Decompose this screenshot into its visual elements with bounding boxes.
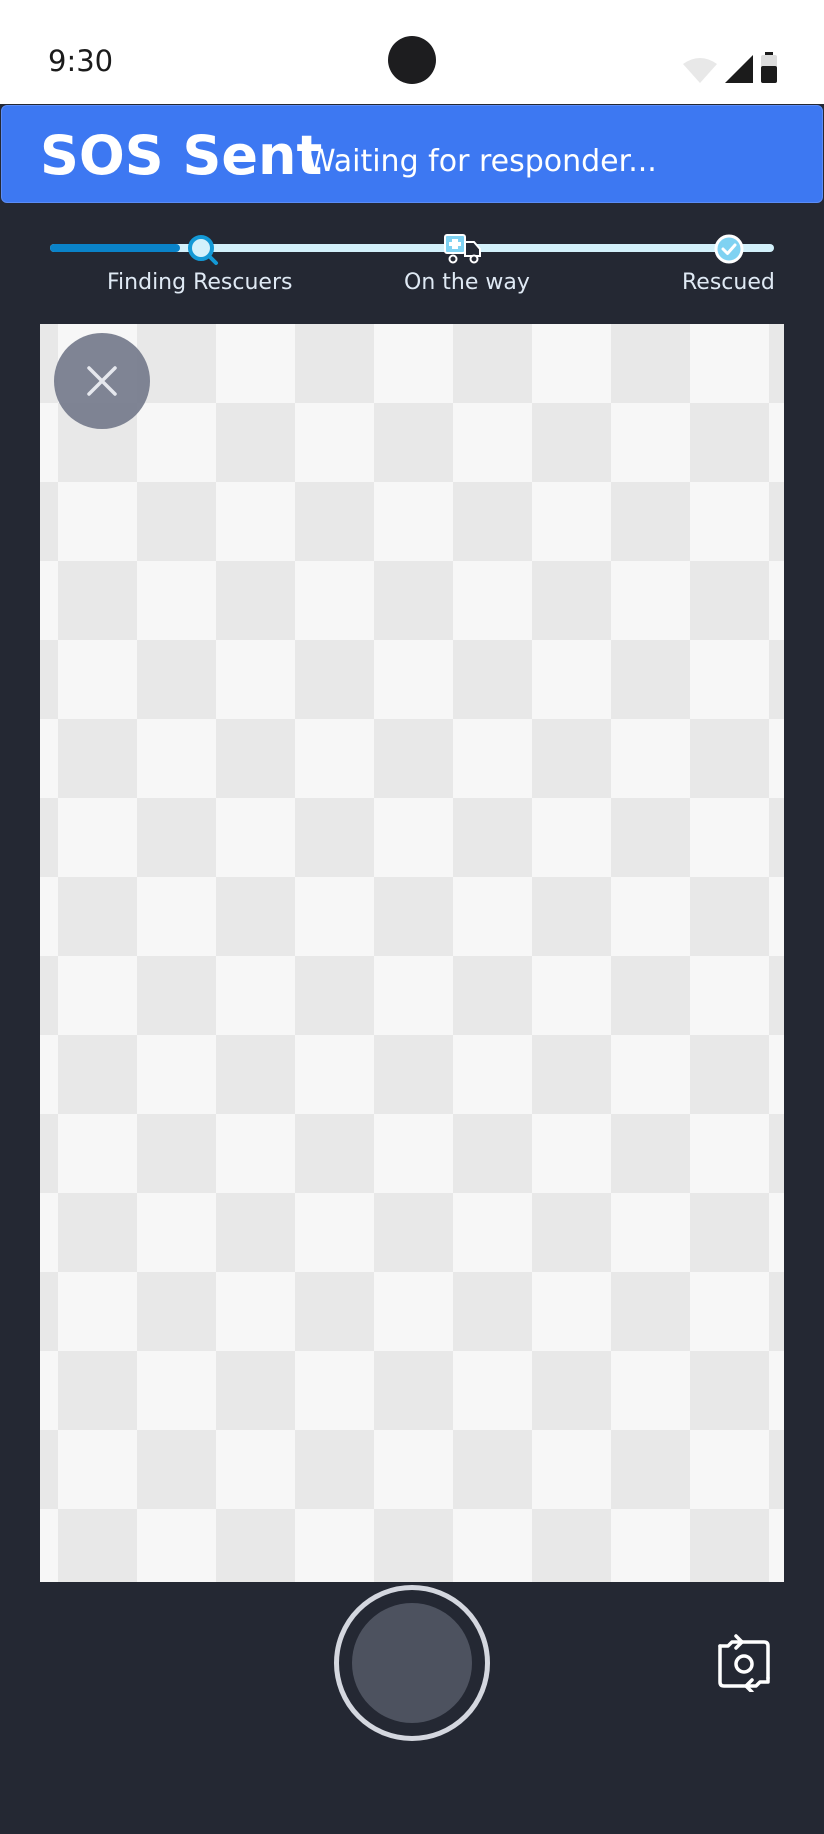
shutter-button[interactable]	[334, 1585, 490, 1741]
camera-viewfinder	[40, 324, 784, 1582]
status-bar: 9:30	[0, 0, 824, 104]
truck-icon	[444, 234, 481, 264]
sos-status-text: Waiting for responder...	[306, 144, 657, 179]
search-icon	[188, 235, 218, 265]
flip-camera-icon	[718, 1634, 770, 1694]
step-label-on-the-way: On the way	[404, 270, 530, 295]
close-button[interactable]	[54, 333, 150, 429]
step-label-finding-rescuers: Finding Rescuers	[107, 270, 293, 295]
sos-title: SOS Sent	[40, 124, 323, 187]
shutter-inner	[352, 1603, 472, 1723]
flip-camera-button[interactable]	[712, 1632, 776, 1694]
battery-icon	[761, 52, 777, 83]
front-camera-cutout	[388, 36, 436, 84]
wifi-icon	[683, 58, 717, 83]
rescue-progress-tracker: Finding Rescuers On the way Rescued	[50, 234, 775, 308]
close-icon	[87, 366, 117, 396]
status-icons	[682, 50, 778, 84]
check-circle-icon	[714, 234, 744, 264]
cellular-signal-icon	[725, 55, 753, 83]
sos-banner: SOS Sent Waiting for responder...	[1, 105, 823, 203]
status-time: 9:30	[48, 44, 114, 78]
progress-fill	[50, 244, 181, 252]
step-label-rescued: Rescued	[682, 270, 775, 295]
